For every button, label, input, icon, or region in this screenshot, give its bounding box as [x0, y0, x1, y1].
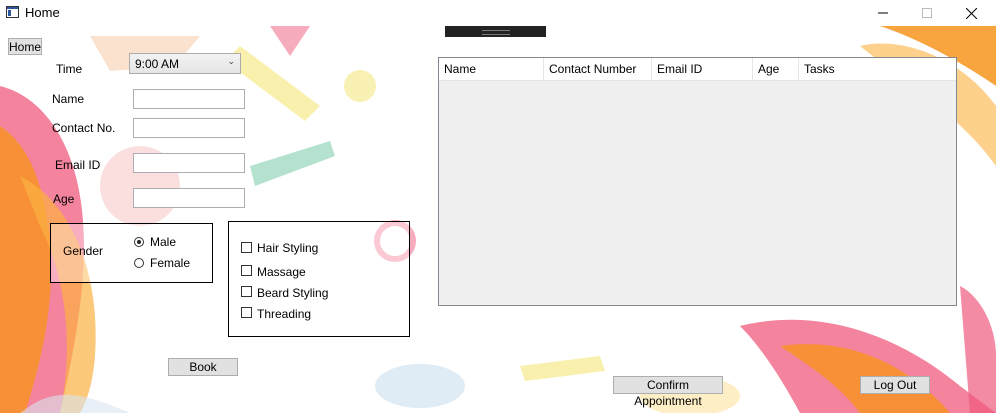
gender-female-label: Female	[150, 256, 191, 270]
email-input[interactable]	[133, 153, 245, 173]
minimize-button[interactable]	[860, 0, 906, 26]
grid-header: Name Contact Number Email ID Age Tasks	[439, 58, 956, 81]
grip-icon	[482, 30, 510, 35]
name-input[interactable]	[133, 89, 245, 109]
gender-label: Gender	[63, 244, 104, 258]
hair-styling-label: Hair Styling	[257, 241, 319, 255]
appointments-grid[interactable]: Name Contact Number Email ID Age Tasks	[438, 57, 957, 306]
close-icon	[965, 7, 977, 19]
chevron-down-icon: ⌄	[227, 56, 235, 66]
maximize-icon	[922, 8, 932, 18]
column-header-age[interactable]: Age	[753, 58, 799, 80]
time-dropdown[interactable]: 9:00 AM ⌄	[129, 53, 241, 74]
contact-label: Contact No.	[52, 121, 116, 135]
column-header-tasks[interactable]: Tasks	[799, 58, 956, 80]
massage-checkbox[interactable]	[241, 265, 252, 276]
home-button[interactable]: Home	[8, 38, 42, 55]
services-group: Hair Styling Massage Beard Styling Threa…	[228, 221, 410, 337]
confirm-appointment-button[interactable]: Confirm Appointment	[613, 376, 723, 408]
column-header-email[interactable]: Email ID	[652, 58, 753, 80]
logout-button[interactable]: Log Out	[860, 376, 930, 394]
email-label: Email ID	[55, 158, 101, 172]
main-window-client: Home Time 9:00 AM ⌄ Name Contact No. Ema…	[0, 26, 996, 413]
minimize-icon	[878, 12, 888, 14]
massage-label: Massage	[257, 265, 306, 279]
contact-input[interactable]	[133, 118, 245, 138]
maximize-button[interactable]	[904, 0, 950, 26]
name-label: Name	[52, 92, 85, 106]
title-bar: Home	[0, 0, 996, 26]
beard-styling-checkbox[interactable]	[241, 286, 252, 297]
app-icon	[6, 6, 19, 18]
hair-styling-checkbox[interactable]	[241, 242, 252, 253]
column-header-name[interactable]: Name	[439, 58, 544, 80]
age-input[interactable]	[133, 188, 245, 208]
gender-group: Gender Male Female	[50, 223, 213, 283]
gender-male-radio[interactable]	[134, 237, 144, 247]
time-label: Time	[56, 62, 83, 76]
book-button[interactable]: Book	[168, 358, 238, 376]
column-header-contact[interactable]: Contact Number	[544, 58, 652, 80]
age-label: Age	[53, 192, 75, 206]
gender-female-radio[interactable]	[134, 258, 144, 268]
splitter-handle[interactable]	[445, 26, 546, 37]
beard-styling-label: Beard Styling	[257, 286, 329, 300]
window-title: Home	[25, 5, 60, 20]
gender-male-label: Male	[150, 235, 177, 249]
threading-checkbox[interactable]	[241, 307, 252, 318]
threading-label: Threading	[257, 307, 312, 321]
close-button[interactable]	[948, 0, 994, 26]
time-value: 9:00 AM	[135, 57, 180, 71]
